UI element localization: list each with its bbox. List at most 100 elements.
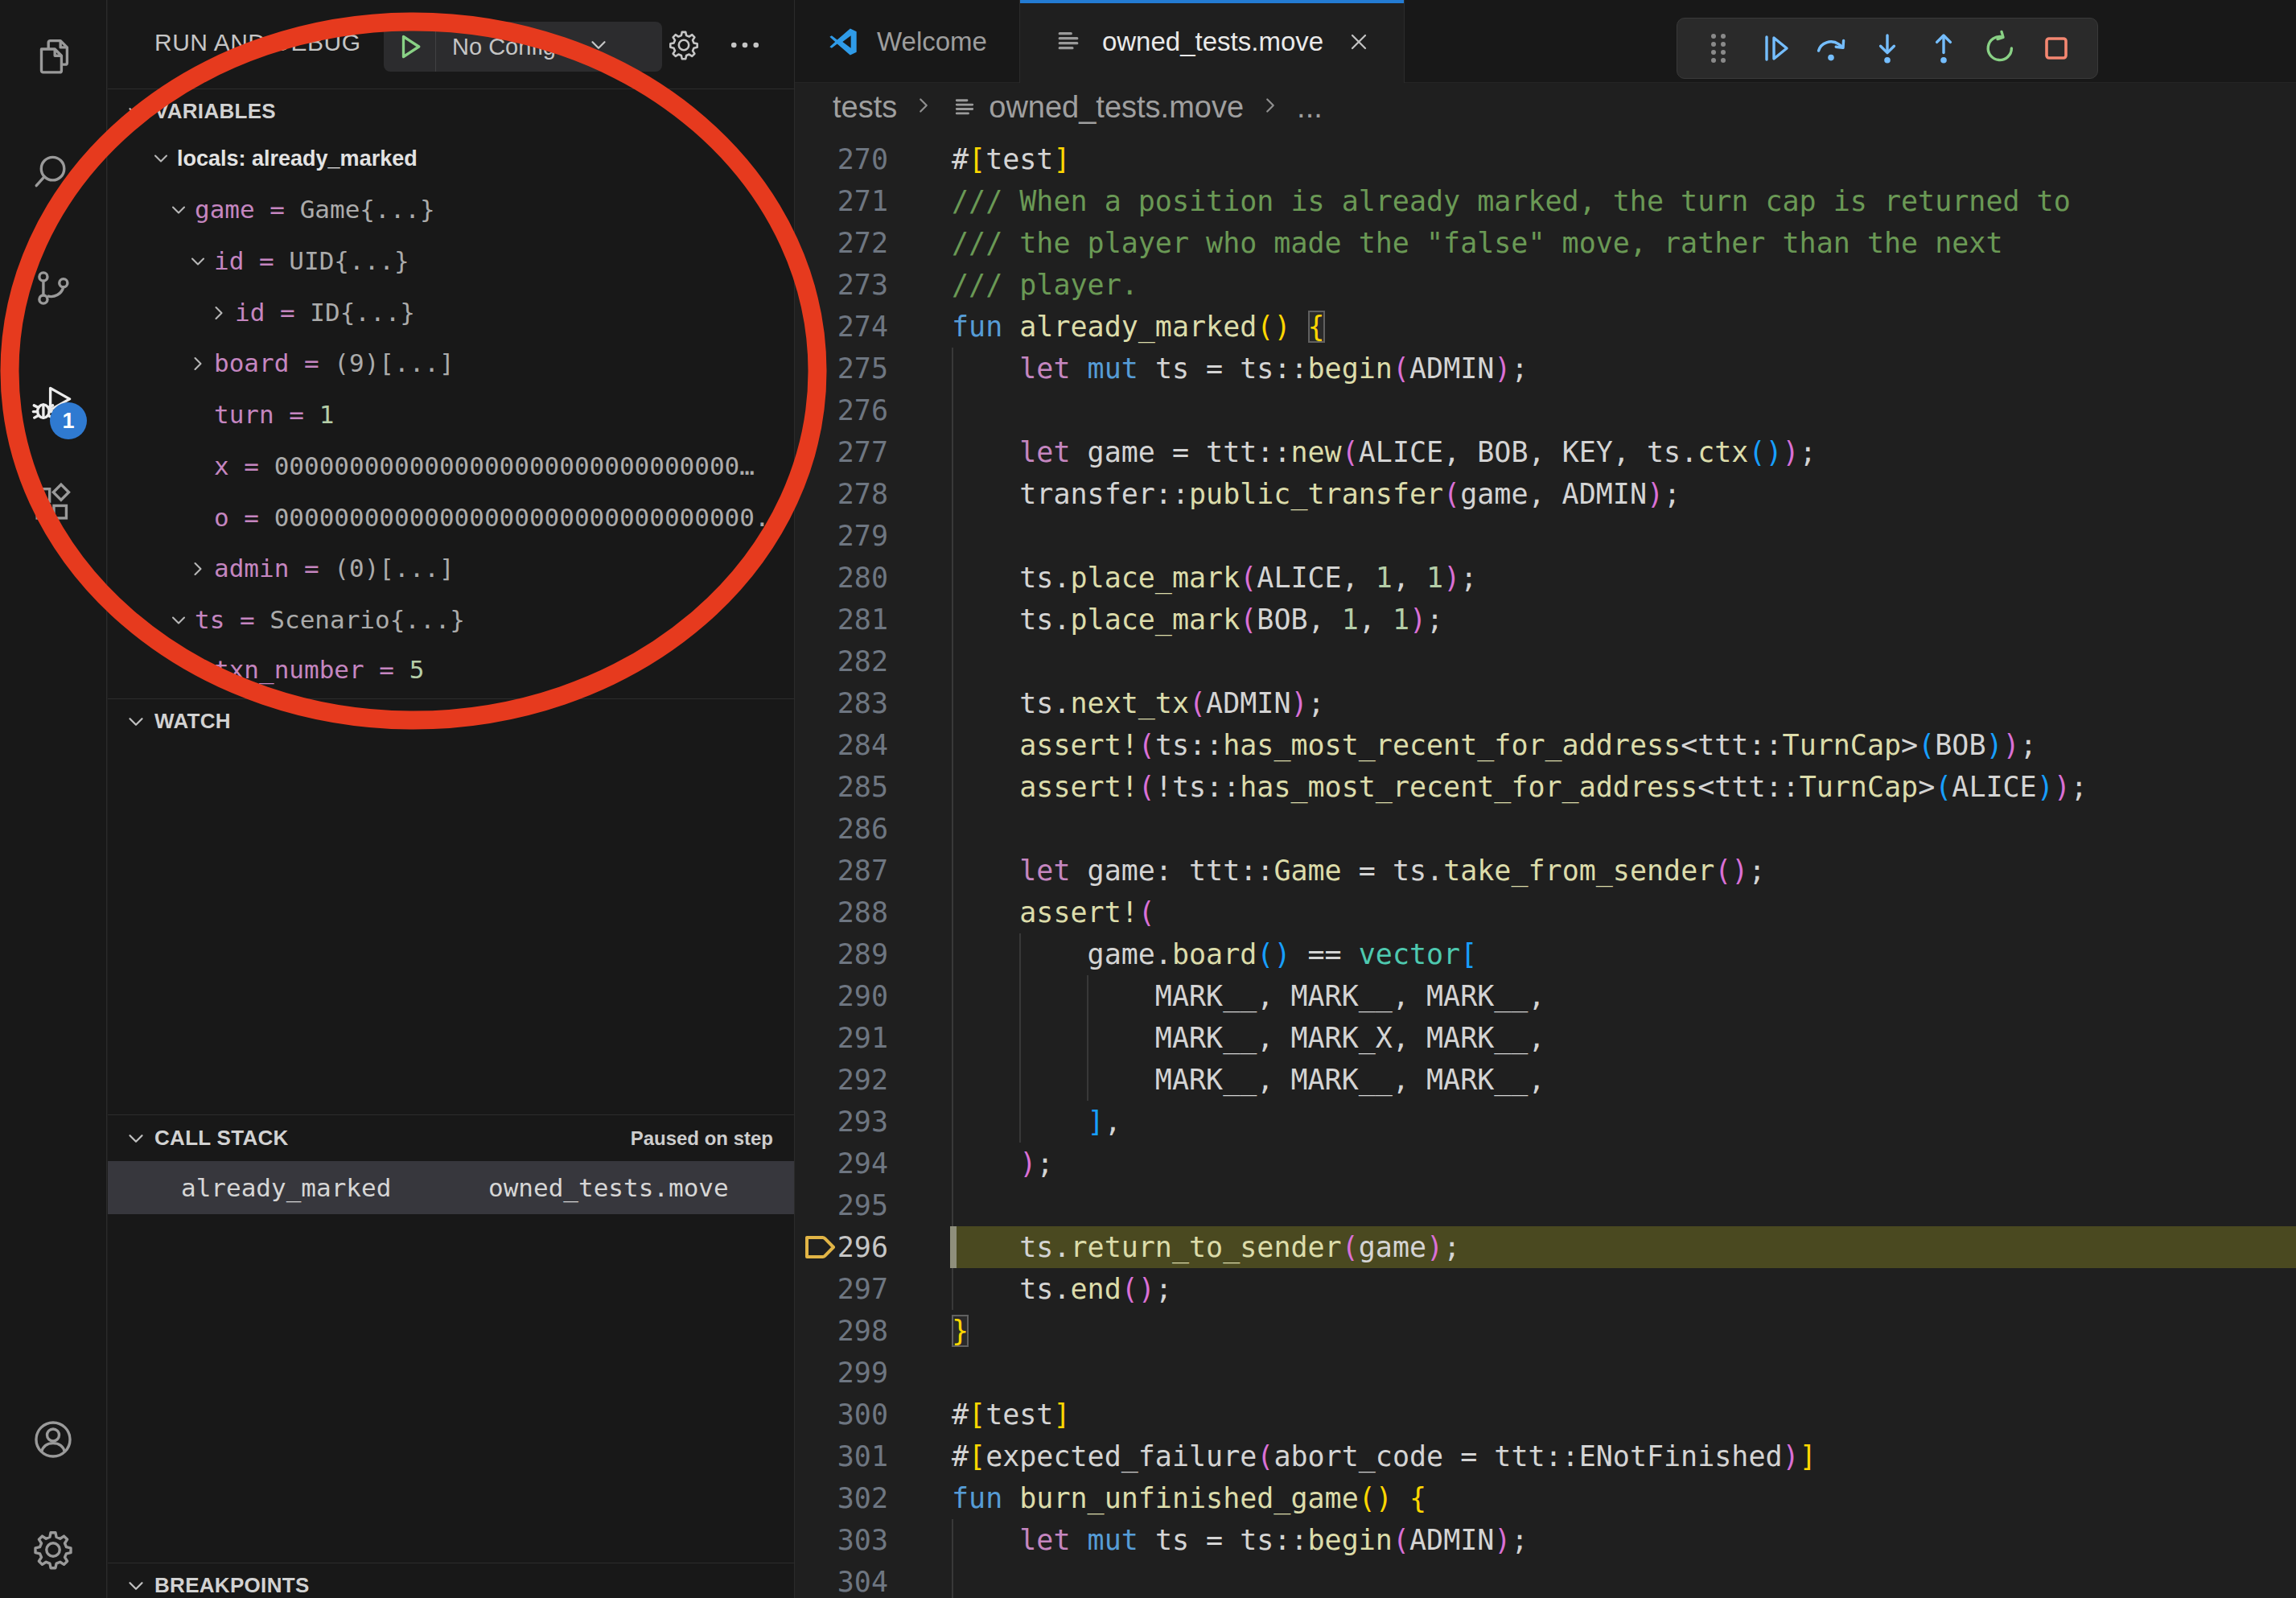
variable-row[interactable]: ts = Scenario{...} [108,594,794,645]
code-text: let game: ttt::Game = ts.take_from_sende… [952,850,1766,892]
line-number: 284 [795,724,888,766]
code-line-302[interactable]: 302fun burn_unfinished_game() { [795,1477,2296,1519]
debug-drag-handle-button[interactable] [1697,27,1739,69]
debug-step-over-button[interactable] [1810,27,1852,69]
code-line-283[interactable]: 283 ts.next_tx(ADMIN); [795,682,2296,724]
breakpoints-section-header[interactable]: BREAKPOINTS [108,1563,794,1598]
code-line-294[interactable]: 294 ); [795,1143,2296,1184]
tab-welcome[interactable]: Welcome [795,0,1020,83]
restart-icon [1981,29,2019,68]
extensions-icon [30,481,76,528]
code-editor[interactable]: 270#[test]271/// When a position is alre… [795,131,2296,1598]
debug-step-into-button[interactable] [1866,27,1908,69]
debug-continue-button[interactable] [1754,27,1796,69]
debug-restart-button[interactable] [1979,27,2021,69]
activity-item-source-control[interactable] [0,262,106,314]
line-number: 283 [795,682,888,724]
variable-row[interactable]: id = UID{...} [108,235,794,286]
code-line-293[interactable]: 293 ], [795,1101,2296,1143]
variable-row[interactable]: x = 0000000000000000000000000000000… [108,440,794,492]
breadcrumb-item[interactable]: ... [1297,90,1323,125]
code-line-278[interactable]: 278 transfer::public_transfer(game, ADMI… [795,473,2296,515]
breadcrumb-item[interactable]: tests [833,90,897,125]
watch-section-header[interactable]: WATCH [108,698,794,743]
code-line-276[interactable]: 276 [795,389,2296,431]
ellipsis-icon[interactable] [722,23,767,68]
code-line-288[interactable]: 288 assert!( [795,892,2296,933]
code-line-270[interactable]: 270#[test] [795,138,2296,180]
code-line-300[interactable]: 300#[test] [795,1394,2296,1435]
line-number: 280 [795,557,888,599]
code-line-303[interactable]: 303 let mut ts = ts::begin(ADMIN); [795,1519,2296,1561]
dropdown-label[interactable]: No Configur [452,34,577,60]
start-debug-icon[interactable] [384,31,435,63]
chevron-down-icon[interactable] [586,33,611,60]
code-line-299[interactable]: 299 [795,1352,2296,1394]
breadcrumb[interactable]: tests owned_tests.move... [795,84,2296,131]
code-line-298[interactable]: 298} [795,1310,2296,1352]
call-stack-frame[interactable]: already_marked owned_tests.move [108,1161,794,1214]
code-line-275[interactable]: 275 let mut ts = ts::begin(ADMIN); [795,348,2296,389]
code-line-284[interactable]: 284 assert!(ts::has_most_recent_for_addr… [795,724,2296,766]
code-line-304[interactable]: 304 [795,1561,2296,1598]
code-text: ts.place_mark(BOB, 1, 1); [952,599,1443,640]
gear-icon[interactable] [661,23,706,68]
code-line-290[interactable]: 290 MARK__, MARK__, MARK__, [795,975,2296,1017]
line-number: 301 [795,1435,888,1477]
code-line-297[interactable]: 297 ts.end(); [795,1268,2296,1310]
variable-row[interactable]: id = ID{...} [108,286,794,338]
code-line-272[interactable]: 272/// the player who made the "false" m… [795,222,2296,264]
variable-row[interactable]: o = 00000000000000000000000000000000. [108,492,794,543]
variables-section-header[interactable]: VARIABLES [108,89,794,134]
variable-row[interactable]: board = (9)[...] [108,337,794,389]
call-stack-section-header[interactable]: CALL STACK Paused on step [108,1114,794,1161]
code-line-289[interactable]: 289 game.board() == vector[ [795,933,2296,975]
code-line-287[interactable]: 287 let game: ttt::Game = ts.take_from_s… [795,850,2296,892]
variable-row[interactable]: txn_number = 5 [108,644,794,695]
line-number: 300 [795,1394,888,1435]
code-text: ts.end(); [952,1268,1172,1310]
debug-step-out-button[interactable] [1923,27,1965,69]
vscode-logo-icon [827,26,859,58]
variable-row[interactable]: admin = (0)[...] [108,542,794,594]
chevron-down-icon [187,249,209,272]
activity-item-search[interactable] [0,146,106,198]
debug-config-dropdown[interactable]: No Configur [384,22,662,72]
code-text: ts.place_mark(ALICE, 1, 1); [952,557,1477,599]
code-line-292[interactable]: 292 MARK__, MARK__, MARK__, [795,1059,2296,1101]
debug-stop-button[interactable] [2035,27,2077,69]
variable-row[interactable]: game = Game{...} [108,183,794,235]
variable-name: game = Game{...} [195,195,435,224]
code-line-296[interactable]: 296 ts.return_to_sender(game); [795,1226,2296,1268]
code-text: MARK__, MARK_X, MARK__, [952,1017,1545,1059]
code-line-281[interactable]: 281 ts.place_mark(BOB, 1, 1); [795,599,2296,640]
activity-item-manage[interactable] [0,1524,106,1575]
activity-item-explorer[interactable] [0,31,106,82]
breadcrumb-item[interactable]: owned_tests.move [989,90,1244,125]
code-line-279[interactable]: 279 [795,515,2296,557]
code-line-277[interactable]: 277 let game = ttt::new(ALICE, BOB, KEY,… [795,431,2296,473]
variables-scope[interactable]: locals: already_marked [108,133,794,184]
code-line-282[interactable]: 282 [795,640,2296,682]
activity-item-extensions[interactable] [0,479,106,530]
code-line-273[interactable]: 273/// player. [795,264,2296,306]
stop-icon [2037,29,2076,68]
variable-row[interactable]: turn = 1 [108,389,794,440]
activity-item-account[interactable] [0,1414,106,1465]
code-line-286[interactable]: 286 [795,808,2296,850]
close-icon[interactable] [1346,29,1372,55]
code-line-295[interactable]: 295 [795,1184,2296,1226]
code-line-274[interactable]: 274fun already_marked() { [795,306,2296,348]
tab-label: Welcome [877,27,987,57]
files-icon [30,33,76,80]
activity-item-run-and-debug[interactable]: 1 [0,377,106,428]
line-number: 290 [795,975,888,1017]
code-line-291[interactable]: 291 MARK__, MARK_X, MARK__, [795,1017,2296,1059]
chevron-down-icon [150,147,172,170]
code-line-301[interactable]: 301#[expected_failure(abort_code = ttt::… [795,1435,2296,1477]
code-line-280[interactable]: 280 ts.place_mark(ALICE, 1, 1); [795,557,2296,599]
tab-owned-tests-move[interactable]: owned_tests.move [1020,0,1405,83]
frame-file: owned_tests.move [488,1173,729,1202]
code-line-285[interactable]: 285 assert!(!ts::has_most_recent_for_add… [795,766,2296,808]
code-line-271[interactable]: 271/// When a position is already marked… [795,180,2296,222]
